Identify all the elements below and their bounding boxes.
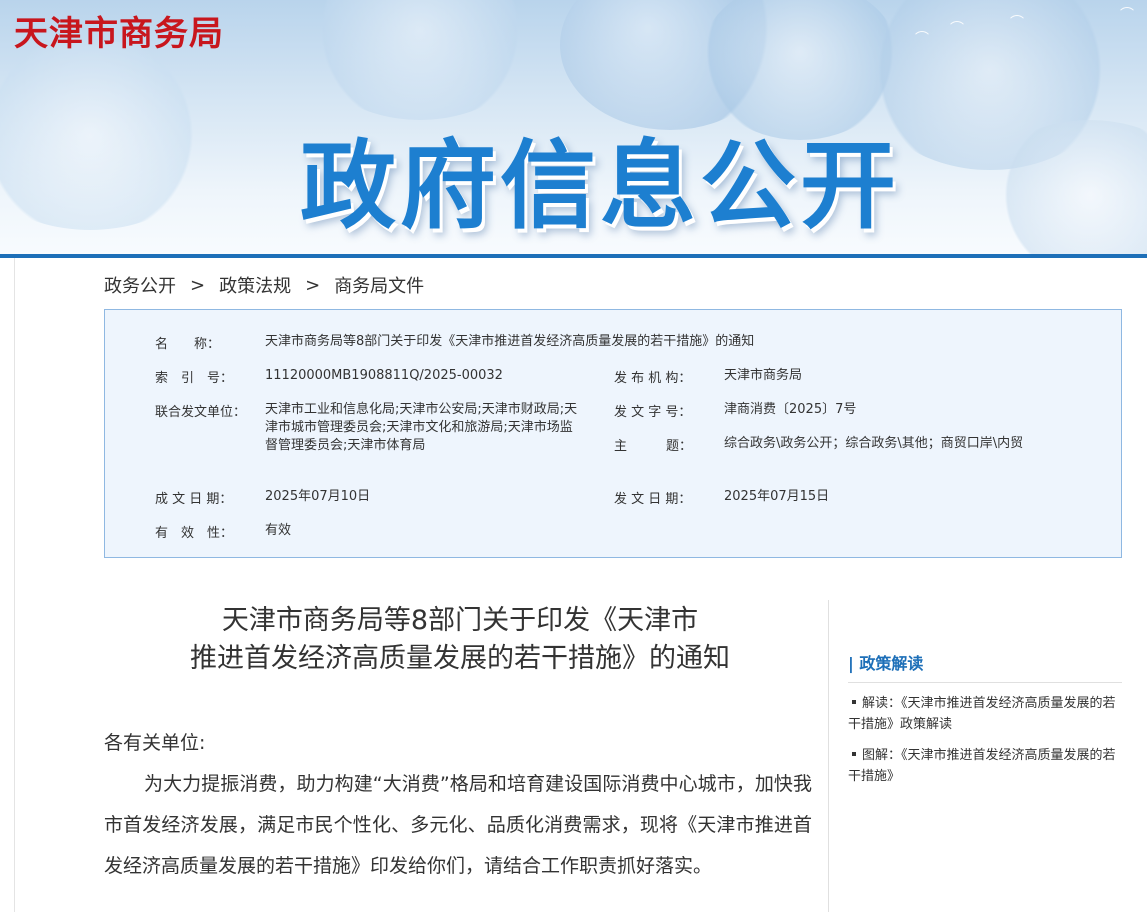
bird-icon: ⌒ bbox=[915, 31, 929, 47]
bird-icon: ⌒ bbox=[1010, 15, 1024, 31]
column-divider bbox=[828, 600, 829, 912]
issued-date-label: 发 文 日 期： bbox=[614, 492, 692, 507]
article-paragraph: 为大力提振消费，助力构建“大消费”格局和培育建设国际消费中心城市，加快我市首发经… bbox=[104, 773, 812, 877]
sidebar-item-infographic[interactable]: 图解：《天津市推进首发经济高质量发展的若干措施》 bbox=[848, 745, 1124, 787]
index-label: 索 引 号： bbox=[155, 371, 234, 386]
name-label: 名 称： bbox=[155, 337, 221, 352]
sidebar-item-label: 解读：《天津市推进首发经济高质量发展的若干措施》政策解读 bbox=[848, 696, 1116, 732]
article-salutation: 各有关单位: bbox=[104, 732, 206, 754]
bird-icon: ⌒ bbox=[950, 21, 964, 37]
created-date-value: 2025年07月10日 bbox=[265, 489, 371, 504]
breadcrumb: 政务公开 > 政策法规 > 商务局文件 bbox=[104, 272, 424, 298]
doc-number-value: 津商消费〔2025〕7号 bbox=[724, 402, 857, 417]
breadcrumb-separator: > bbox=[305, 274, 321, 296]
bird-icon: ⌒ bbox=[1120, 7, 1134, 23]
name-value: 天津市商务局等8部门关于印发《天津市推进首发经济高质量发展的若干措施》的通知 bbox=[265, 334, 755, 349]
doc-number-label: 发 文 字 号： bbox=[614, 405, 692, 420]
sidebar-item-label: 图解：《天津市推进首发经济高质量发展的若干措施》 bbox=[848, 748, 1116, 784]
left-rule bbox=[14, 258, 15, 912]
joint-units-value: 天津市工业和信息化局;天津市公安局;天津市财政局;天津市城市管理委员会;天津市文… bbox=[265, 402, 578, 453]
publisher-value: 天津市商务局 bbox=[724, 368, 803, 383]
joint-units-label: 联合发文单位： bbox=[155, 405, 247, 420]
banner-decoration bbox=[300, 0, 540, 120]
document-metadata-box: 名 称： 天津市商务局等8部门关于印发《天津市推进首发经济高质量发展的若干措施》… bbox=[104, 309, 1122, 558]
policy-interpretation-heading: | 政策解读 bbox=[848, 654, 924, 673]
header-banner: ⌒ ⌒ ⌒ ⌒ 天津市商务局 政府信息公开 bbox=[0, 0, 1147, 255]
publisher-label: 发 布 机 构： bbox=[614, 371, 692, 386]
sidebar-divider bbox=[848, 682, 1122, 683]
validity-label: 有 效 性： bbox=[155, 526, 234, 541]
sidebar-item-interpretation[interactable]: 解读：《天津市推进首发经济高质量发展的若干措施》政策解读 bbox=[848, 693, 1124, 735]
banner-title: 政府信息公开 bbox=[300, 130, 900, 242]
topic-value: 综合政务\政务公开；综合政务\其他；商贸口岸\内贸 bbox=[724, 436, 1024, 451]
breadcrumb-separator: > bbox=[190, 274, 206, 296]
breadcrumb-item-bureau-docs[interactable]: 商务局文件 bbox=[334, 272, 424, 298]
article-title-line: 天津市商务局等8部门关于印发《天津市 bbox=[221, 605, 699, 636]
article-title-line: 推进首发经济高质量发展的若干措施》的通知 bbox=[190, 643, 730, 674]
created-date-label: 成 文 日 期： bbox=[155, 492, 233, 507]
site-logo[interactable]: 天津市商务局 bbox=[14, 6, 224, 55]
bullet-icon bbox=[852, 700, 856, 704]
banner-divider bbox=[0, 254, 1147, 258]
article-title: 天津市商务局等8部门关于印发《天津市 推进首发经济高质量发展的若干措施》的通知 bbox=[104, 602, 816, 678]
topic-label: 主 题： bbox=[614, 439, 693, 454]
issued-date-value: 2025年07月15日 bbox=[724, 489, 830, 504]
bullet-icon bbox=[852, 752, 856, 756]
breadcrumb-item-policy[interactable]: 政策法规 bbox=[219, 272, 291, 298]
breadcrumb-item-gov-affairs[interactable]: 政务公开 bbox=[104, 272, 176, 298]
validity-value: 有效 bbox=[265, 523, 292, 538]
index-value: 11120000MB1908811Q/2025-00032 bbox=[265, 368, 503, 383]
banner-decoration bbox=[0, 40, 220, 230]
